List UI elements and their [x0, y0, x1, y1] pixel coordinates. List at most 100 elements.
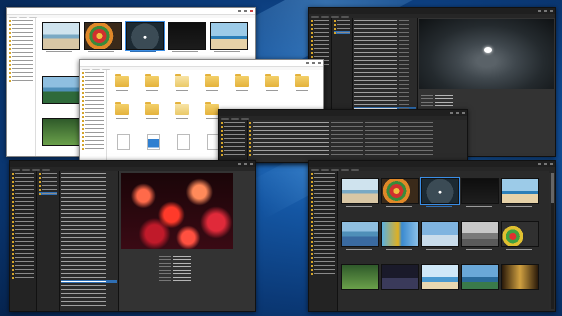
table-row[interactable]: [249, 121, 466, 124]
sidebar-item[interactable]: [221, 133, 245, 136]
sidebar-item[interactable]: [12, 248, 34, 251]
sidebar-item[interactable]: [12, 176, 34, 179]
navigation-pane[interactable]: [7, 18, 36, 156]
tree-item[interactable]: [334, 23, 350, 26]
sidebar-item[interactable]: [12, 188, 34, 191]
minimize-icon[interactable]: [238, 10, 241, 12]
close-icon[interactable]: [318, 62, 321, 64]
sidebar-item[interactable]: [12, 192, 34, 195]
list-item[interactable]: [61, 232, 117, 235]
table-row[interactable]: [249, 125, 466, 128]
maximize-icon[interactable]: [544, 10, 547, 12]
list-item[interactable]: [61, 208, 117, 211]
close-icon[interactable]: [462, 112, 465, 114]
sidebar-item[interactable]: [9, 31, 33, 34]
sidebar-item[interactable]: [82, 115, 104, 118]
list-item[interactable]: [354, 95, 416, 98]
image-thumbnail[interactable]: [42, 76, 80, 104]
sidebar-item[interactable]: [9, 63, 33, 66]
sidebar-item[interactable]: [311, 200, 335, 203]
list-item[interactable]: [354, 43, 416, 46]
vertical-scrollbar[interactable]: [551, 173, 554, 309]
sidebar-item[interactable]: [9, 19, 33, 22]
image-thumbnail[interactable]: [461, 221, 499, 247]
list-item[interactable]: [354, 59, 416, 62]
sidebar-item[interactable]: [311, 212, 335, 215]
sidebar-item[interactable]: [311, 208, 335, 211]
list-item[interactable]: [61, 176, 117, 179]
image-thumbnail[interactable]: [42, 118, 80, 146]
sidebar-item[interactable]: [82, 103, 104, 106]
sidebar-item[interactable]: [9, 71, 33, 74]
list-item[interactable]: [354, 31, 416, 34]
title-bar[interactable]: [7, 8, 255, 15]
list-item[interactable]: [61, 224, 117, 227]
sidebar-item[interactable]: [12, 260, 34, 263]
sidebar-item[interactable]: [221, 153, 245, 156]
close-icon[interactable]: [550, 163, 553, 165]
tree-item-selected[interactable]: [334, 31, 350, 34]
tree-item[interactable]: [39, 180, 57, 183]
sidebar-item[interactable]: [221, 149, 245, 152]
sidebar-item[interactable]: [311, 39, 329, 42]
image-thumbnail[interactable]: [461, 264, 499, 290]
window-details-dark[interactable]: [218, 109, 468, 163]
list-item[interactable]: [354, 55, 416, 58]
list-item[interactable]: [61, 252, 117, 255]
sidebar-item[interactable]: [82, 107, 104, 110]
image-thumbnail[interactable]: [341, 264, 379, 290]
folder-icon[interactable]: [235, 74, 249, 87]
list-item[interactable]: [61, 188, 117, 191]
sidebar-item[interactable]: [221, 129, 245, 132]
folder-icon[interactable]: [265, 74, 279, 87]
list-item[interactable]: [61, 272, 117, 275]
sidebar-item[interactable]: [311, 23, 329, 26]
table-row[interactable]: [249, 129, 466, 132]
minimize-icon[interactable]: [238, 163, 241, 165]
image-thumbnail[interactable]: [421, 221, 459, 247]
folder-icon[interactable]: [145, 102, 159, 115]
list-item[interactable]: [61, 292, 117, 295]
folder-icon[interactable]: [175, 74, 189, 87]
sidebar-item[interactable]: [12, 232, 34, 235]
list-item[interactable]: [61, 200, 117, 203]
list-item[interactable]: [354, 67, 416, 70]
image-thumbnail[interactable]: [461, 178, 499, 204]
sidebar-item[interactable]: [311, 176, 335, 179]
sidebar-item[interactable]: [12, 220, 34, 223]
sidebar-item[interactable]: [9, 23, 33, 26]
image-thumbnail[interactable]: [42, 22, 80, 50]
sidebar-item[interactable]: [9, 51, 33, 54]
image-thumbnail[interactable]: [84, 22, 122, 50]
sidebar-item[interactable]: [311, 244, 335, 247]
sidebar-item[interactable]: [12, 268, 34, 271]
sidebar-item[interactable]: [82, 135, 104, 138]
table-row[interactable]: [249, 137, 466, 140]
sidebar-item[interactable]: [12, 256, 34, 259]
sidebar-item[interactable]: [311, 264, 335, 267]
list-item[interactable]: [61, 260, 117, 263]
sidebar-item[interactable]: [12, 184, 34, 187]
table-row[interactable]: [249, 141, 466, 144]
navigation-pane[interactable]: [80, 70, 107, 162]
sidebar-item[interactable]: [221, 125, 245, 128]
list-item[interactable]: [61, 216, 117, 219]
window-lantern-dark[interactable]: [9, 160, 256, 312]
list-item[interactable]: [61, 184, 117, 187]
list-item[interactable]: [61, 276, 117, 279]
sidebar-item[interactable]: [311, 260, 335, 263]
scrollbar-thumb[interactable]: [551, 173, 554, 203]
table-row[interactable]: [249, 149, 466, 152]
sidebar-item[interactable]: [311, 236, 335, 239]
sidebar-item[interactable]: [12, 172, 34, 175]
file-list[interactable]: [60, 171, 119, 311]
sidebar-item[interactable]: [311, 35, 329, 38]
minimize-icon[interactable]: [538, 163, 541, 165]
image-thumbnail[interactable]: [421, 264, 459, 290]
sidebar-item[interactable]: [9, 35, 33, 38]
sidebar-item[interactable]: [12, 204, 34, 207]
list-item[interactable]: [61, 300, 117, 303]
sidebar-item[interactable]: [221, 145, 245, 148]
sidebar-item[interactable]: [82, 143, 104, 146]
document-icon[interactable]: [147, 134, 160, 150]
